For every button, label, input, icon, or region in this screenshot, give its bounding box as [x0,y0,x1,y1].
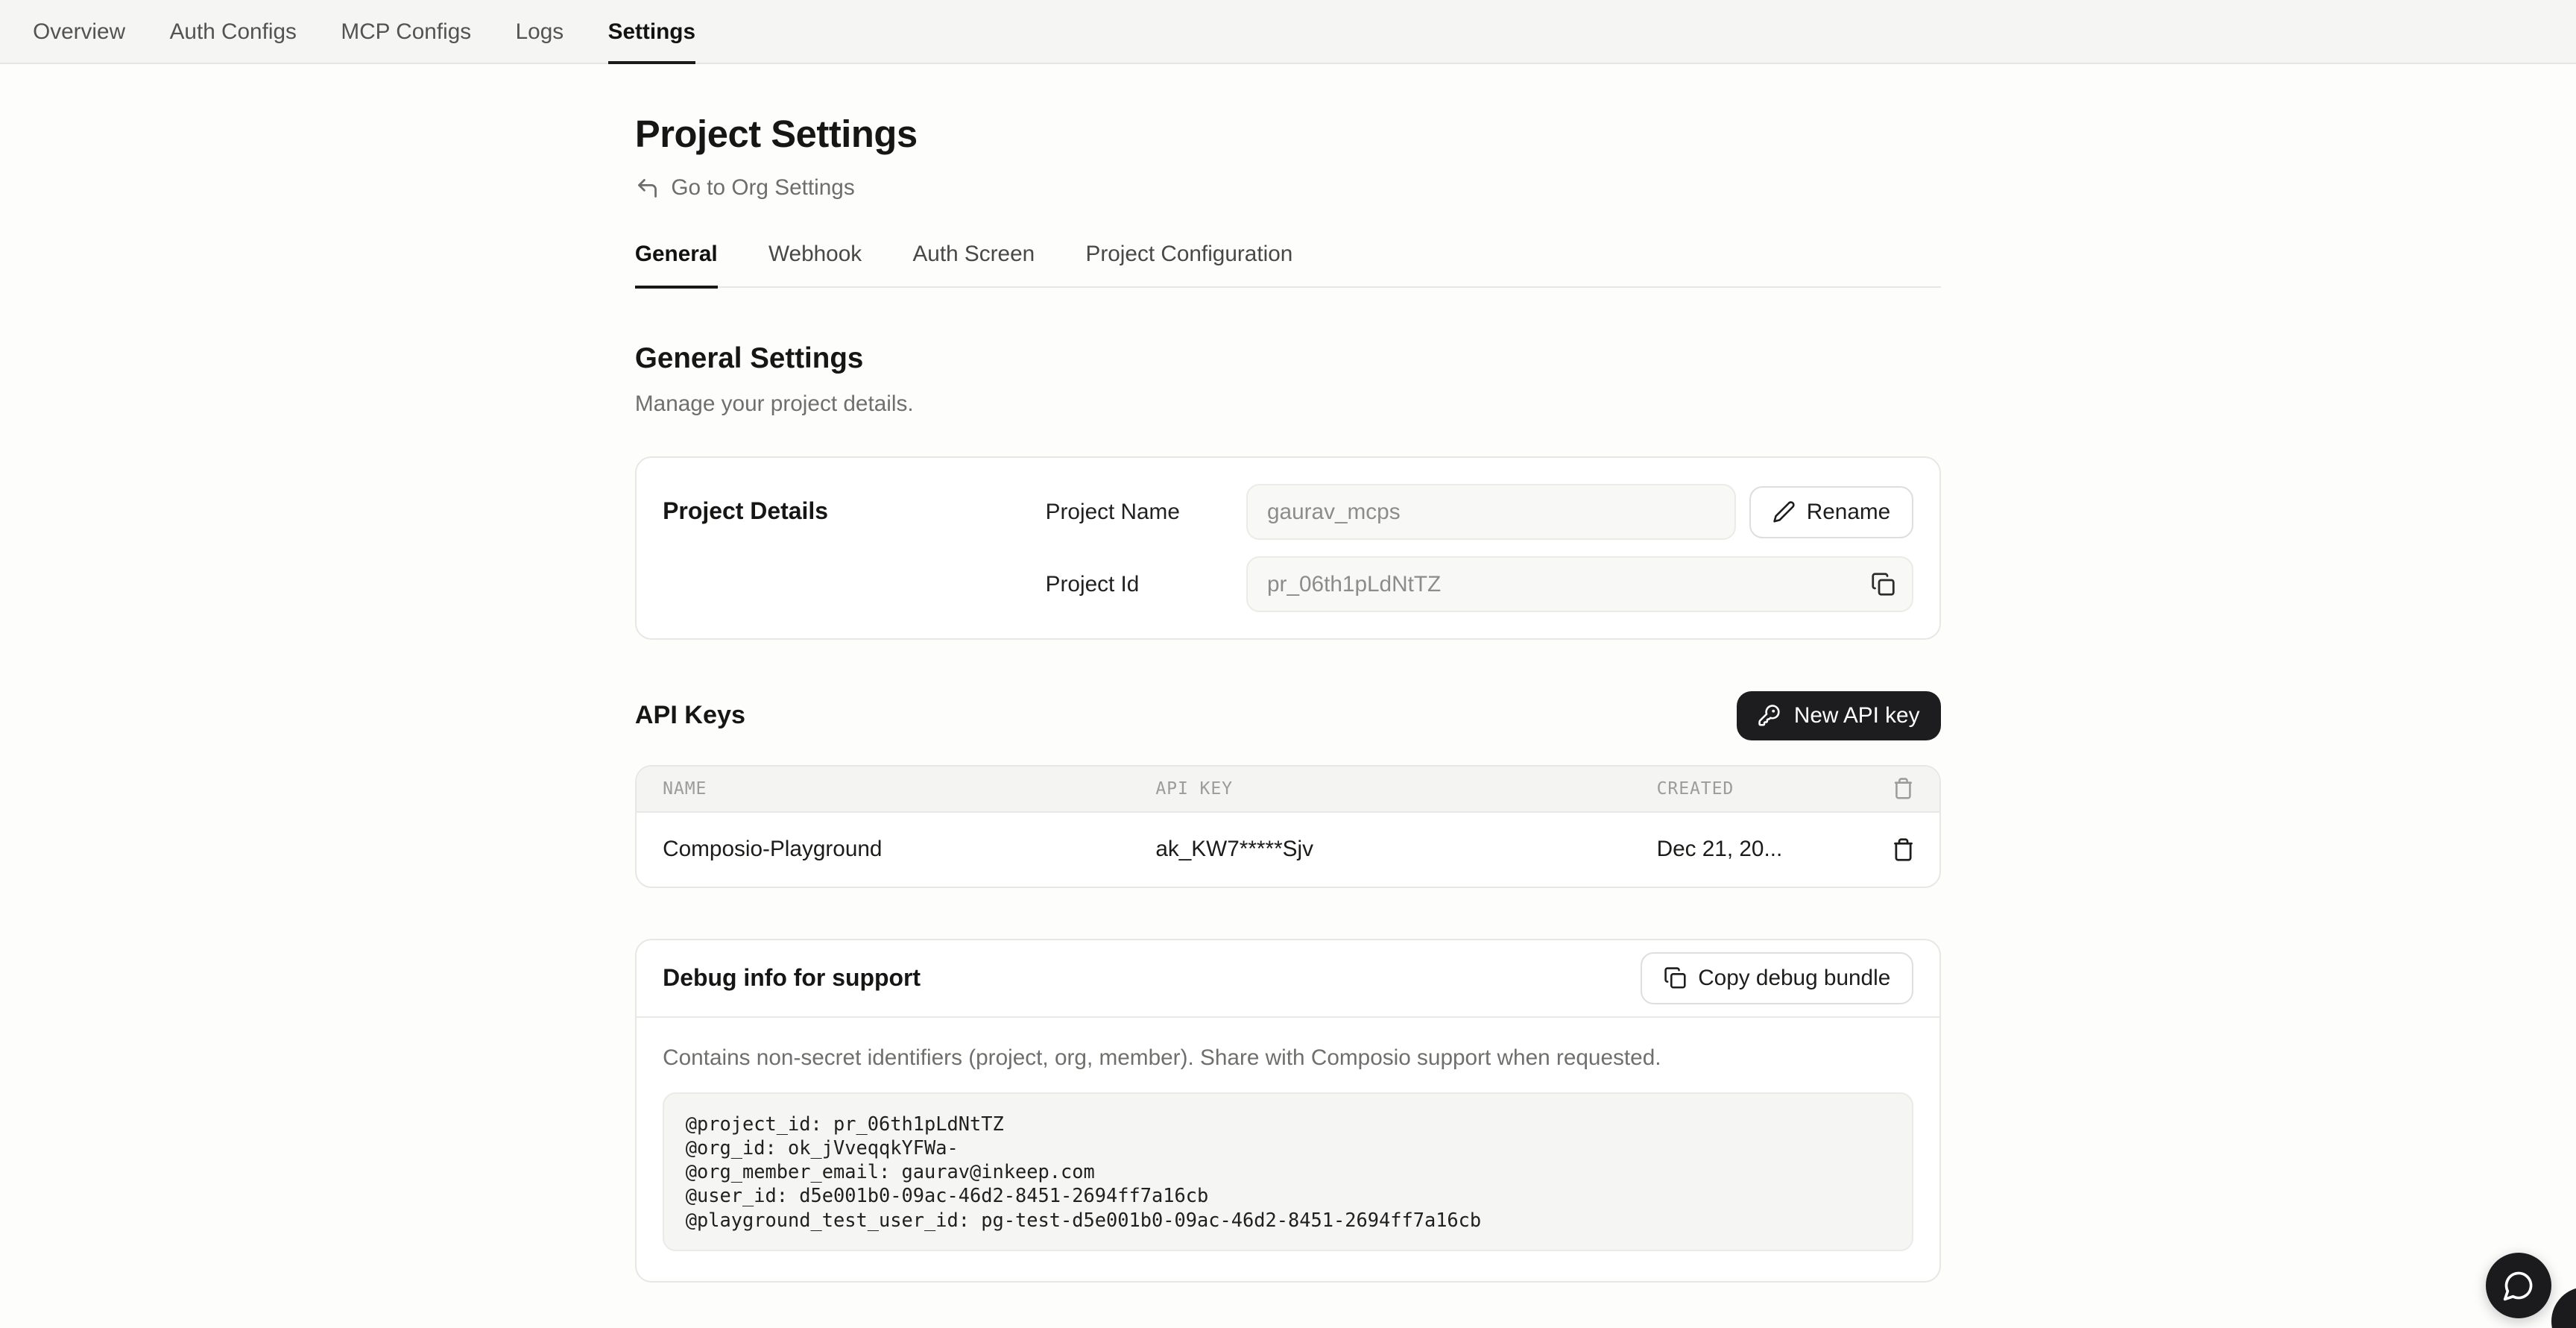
nav-item-settings[interactable]: Settings [608,0,695,64]
api-key-created-date: Dec 21, 20... [1657,837,1868,862]
new-api-key-button[interactable]: New API key [1737,691,1941,740]
project-top-nav: Overview Auth Configs MCP Configs Logs S… [0,0,2576,64]
tab-general[interactable]: General [635,242,718,288]
nav-item-mcp-configs[interactable]: MCP Configs [341,0,471,64]
project-details-title: Project Details [663,484,1046,612]
trash-icon [1892,777,1915,800]
new-api-key-label: New API key [1794,703,1920,728]
general-settings-subtitle: Manage your project details. [635,391,1941,417]
copy-icon [1871,572,1895,597]
debug-card-title: Debug info for support [663,964,921,992]
project-name-input[interactable] [1246,484,1737,540]
copy-debug-bundle-button[interactable]: Copy debug bundle [1641,952,1913,1005]
copy-debug-bundle-label: Copy debug bundle [1698,966,1890,991]
org-link-label: Go to Org Settings [671,175,854,201]
settings-tabs: General Webhook Auth Screen Project Conf… [635,242,1941,288]
column-api-key: API KEY [1155,779,1656,799]
project-name-label: Project Name [1046,500,1246,525]
nav-item-logs[interactable]: Logs [516,0,564,64]
project-id-value: pr_06th1pLdNtTZ [1267,572,1441,597]
delete-all-keys-button[interactable] [1867,777,1939,800]
project-id-row: Project Id pr_06th1pLdNtTZ [1046,556,1913,612]
api-keys-table-header: NAME API KEY CREATED [637,767,1939,813]
copy-project-id-button[interactable] [1871,572,1895,597]
api-keys-header: API Keys New API key [635,691,1941,740]
key-icon [1758,704,1781,727]
debug-description: Contains non-secret identifiers (project… [663,1045,1913,1071]
go-to-org-settings-link[interactable]: Go to Org Settings [635,175,855,201]
project-name-row: Project Name Rename [1046,484,1913,540]
project-id-label: Project Id [1046,572,1246,597]
debug-bundle-code-block: @project_id: pr_06th1pLdNtTZ @org_id: ok… [663,1092,1913,1251]
project-details-fields: Project Name Rename Project Id pr_06th1p… [1046,484,1913,612]
project-details-card: Project Details Project Name Rename Proj… [635,456,1941,640]
nav-item-auth-configs[interactable]: Auth Configs [170,0,297,64]
project-id-field: pr_06th1pLdNtTZ [1246,556,1913,612]
corner-up-left-icon [635,176,660,201]
offscreen-widget-sliver [2551,1287,2576,1328]
nav-item-overview[interactable]: Overview [33,0,125,64]
api-key-row: Composio-Playground ak_KW7*****Sjv Dec 2… [637,813,1939,887]
copy-icon [1664,966,1687,989]
rename-button-label: Rename [1807,500,1890,525]
page-title: Project Settings [635,112,1941,156]
debug-card-header: Debug info for support Copy debug bundle [637,940,1939,1017]
delete-api-key-button[interactable] [1867,837,1939,862]
app-window: Overview Auth Configs MCP Configs Logs S… [0,0,2576,1328]
api-keys-heading: API Keys [635,701,745,730]
pencil-icon [1772,500,1796,523]
api-key-name: Composio-Playground [663,837,1155,862]
tab-webhook[interactable]: Webhook [768,242,862,288]
settings-page: Project Settings Go to Org Settings Gene… [635,64,1941,1328]
chat-support-button[interactable] [2486,1253,2551,1318]
column-created: CREATED [1657,779,1868,799]
trash-icon [1891,837,1916,862]
tab-project-configuration[interactable]: Project Configuration [1086,242,1293,288]
column-name: NAME [663,779,1155,799]
tab-auth-screen[interactable]: Auth Screen [912,242,1035,288]
chat-bubble-icon [2502,1269,2535,1302]
debug-info-card: Debug info for support Copy debug bundle… [635,939,1941,1283]
api-keys-table: NAME API KEY CREATED Composio-Playground… [635,765,1941,888]
rename-button[interactable]: Rename [1749,486,1913,539]
debug-card-body: Contains non-secret identifiers (project… [637,1018,1939,1281]
api-key-masked-value: ak_KW7*****Sjv [1155,837,1656,862]
general-settings-heading: General Settings [635,342,1941,375]
